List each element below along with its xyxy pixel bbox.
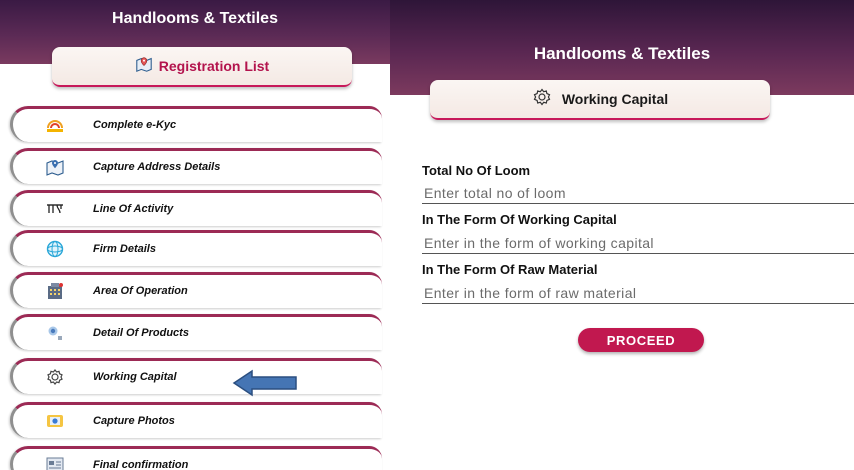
menu-item-label: Firm Details bbox=[93, 243, 156, 255]
menu-item-label: Capture Photos bbox=[93, 415, 175, 427]
section-title: Working Capital bbox=[561, 91, 669, 107]
proceed-button[interactable]: PROCEED bbox=[578, 328, 704, 352]
highlight-arrow-icon bbox=[232, 369, 297, 397]
menu-item-label: Detail Of Products bbox=[93, 327, 189, 339]
working-capital-label: In The Form Of Working Capital bbox=[422, 212, 617, 227]
menu-item-capture-address[interactable]: Capture Address Details bbox=[10, 148, 382, 184]
aadhaar-icon bbox=[45, 116, 65, 134]
confirmation-icon bbox=[45, 456, 65, 470]
building-icon bbox=[45, 282, 65, 300]
app-title: Handlooms & Textiles bbox=[112, 10, 278, 27]
menu-item-label: Working Capital bbox=[93, 371, 177, 383]
menu-item-label: Capture Address Details bbox=[93, 161, 221, 173]
menu-item-complete-ekyc[interactable]: Complete e-Kyc bbox=[10, 106, 382, 142]
menu-item-detail-of-products[interactable]: Detail Of Products bbox=[10, 314, 382, 350]
total-looms-input[interactable] bbox=[422, 182, 854, 204]
camera-icon bbox=[45, 412, 65, 430]
menu-item-label: Line Of Activity bbox=[93, 203, 174, 215]
gear-icon bbox=[532, 87, 552, 112]
registration-list-card: Registration List bbox=[52, 47, 352, 87]
total-looms-label: Total No Of Loom bbox=[422, 163, 531, 178]
activity-text-icon bbox=[45, 200, 65, 218]
menu-item-capture-photos[interactable]: Capture Photos bbox=[10, 402, 382, 438]
app-title: Handlooms & Textiles bbox=[533, 44, 711, 63]
menu-item-firm-details[interactable]: Firm Details bbox=[10, 230, 382, 266]
menu-item-area-of-operation[interactable]: Area Of Operation bbox=[10, 272, 382, 308]
products-icon bbox=[45, 324, 65, 342]
menu-item-label: Final confirmation bbox=[93, 459, 189, 470]
menu-item-line-of-activity[interactable]: Line Of Activity bbox=[10, 190, 382, 226]
working-capital-card: Working Capital bbox=[430, 80, 770, 120]
menu-item-final-confirmation[interactable]: Final confirmation bbox=[10, 446, 382, 470]
raw-material-input[interactable] bbox=[422, 282, 854, 304]
map-location-icon bbox=[45, 158, 65, 176]
menu-item-working-capital[interactable]: Working Capital bbox=[10, 358, 382, 394]
menu-item-label: Complete e-Kyc bbox=[93, 119, 177, 131]
firm-globe-icon bbox=[45, 240, 65, 258]
registration-list-screen: Handlooms & Textiles Registration List C… bbox=[0, 0, 390, 470]
menu-item-label: Area Of Operation bbox=[93, 285, 188, 297]
gear-icon bbox=[45, 368, 65, 386]
map-location-icon bbox=[135, 55, 153, 78]
registration-list-title: Registration List bbox=[158, 58, 270, 74]
working-capital-input[interactable] bbox=[422, 232, 854, 254]
raw-material-label: In The Form Of Raw Material bbox=[422, 262, 598, 277]
